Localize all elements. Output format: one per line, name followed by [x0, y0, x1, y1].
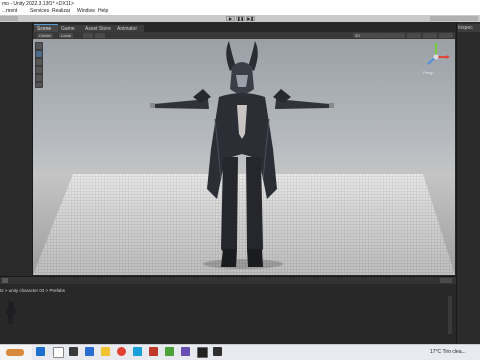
hidden-objects-toggle[interactable]	[395, 33, 405, 38]
main-toolbar: ▶ ❚❚ ▶❚	[0, 15, 480, 22]
audio-toggle[interactable]	[375, 33, 385, 38]
tab-game[interactable]: Game	[58, 24, 82, 32]
rect-tool-button[interactable]	[36, 75, 42, 81]
inspector-tab-label: Inspec	[458, 25, 473, 31]
step-button[interactable]: ▶❚	[246, 16, 255, 21]
tab-scene[interactable]: Scene	[34, 24, 58, 32]
camera-settings-button[interactable]	[407, 33, 421, 38]
hierarchy-panel	[0, 22, 33, 276]
view-tool-button[interactable]	[36, 43, 42, 49]
lighting-toggle[interactable]	[365, 33, 375, 38]
scene-toolbar: Center Local 2D	[33, 32, 455, 39]
projection-label[interactable]: Persp	[423, 70, 433, 75]
scene-search-button[interactable]	[439, 33, 453, 38]
scene-viewport[interactable]	[33, 39, 455, 275]
search-icon[interactable]	[53, 347, 64, 358]
unity-taskbar-icon[interactable]	[197, 347, 208, 358]
project-asset-grid	[0, 294, 456, 334]
menu-item-help[interactable]: Help	[98, 8, 108, 15]
project-breadcrumb[interactable]: ts > unity character 03 > Prefabs	[0, 287, 200, 294]
scale-tool-button[interactable]	[36, 67, 42, 73]
snap-toggle[interactable]	[95, 33, 105, 38]
gizmos-dropdown[interactable]	[423, 33, 437, 38]
tab-inspector[interactable]: Inspec	[458, 24, 480, 32]
spreadsheet-app-icon[interactable]	[165, 347, 174, 356]
pause-button[interactable]: ❚❚	[236, 16, 245, 21]
grid-toggle[interactable]	[83, 33, 93, 38]
menu-item-services[interactable]: Services	[30, 8, 49, 15]
layout-dropdown[interactable]	[430, 16, 478, 21]
project-search-button[interactable]	[440, 278, 452, 283]
chrome-browser-icon[interactable]	[117, 347, 126, 356]
prefab-thumbnail[interactable]	[4, 299, 18, 326]
menu-bar: ...ment Services Realizar Window Help	[0, 8, 480, 15]
weather-description: Tiro clea...	[442, 349, 466, 355]
tool-palette	[35, 42, 43, 88]
menu-item-window[interactable]: Window	[77, 8, 95, 15]
media-app-icon[interactable]	[149, 347, 158, 356]
console-tab-icon[interactable]	[2, 278, 8, 283]
transform-tool-button[interactable]	[36, 83, 42, 87]
tab-animator[interactable]: Animator	[114, 24, 144, 32]
weather-widget[interactable]: 17°C Tiro clea...	[430, 346, 466, 358]
file-explorer-icon[interactable]	[101, 347, 110, 356]
taskbar-preview-thumbnail[interactable]	[0, 345, 32, 360]
visual-studio-icon[interactable]	[181, 347, 190, 356]
menu-item-component[interactable]: ...ment	[2, 8, 17, 15]
effects-toggle[interactable]	[385, 33, 395, 38]
inspector-panel	[456, 22, 480, 344]
pivot-local-dropdown[interactable]: Local	[59, 33, 73, 38]
project-tab-bar	[0, 276, 456, 284]
store-icon[interactable]	[133, 347, 142, 356]
move-tool-button[interactable]	[36, 51, 42, 57]
task-view-icon[interactable]	[69, 347, 78, 356]
food-thumbnail-image	[6, 349, 24, 356]
start-button-icon[interactable]	[36, 347, 45, 356]
weather-temperature: 17°C	[430, 349, 442, 355]
rotate-tool-button[interactable]	[36, 59, 42, 65]
window-titlebar: mo - Unity 2022.3.13f1* <DX11>	[0, 0, 480, 8]
window-title: mo - Unity 2022.3.13f1* <DX11>	[2, 1, 74, 7]
draw-mode-2d-toggle[interactable]: 2D	[353, 33, 365, 38]
project-scrollbar[interactable]	[448, 296, 452, 334]
tab-asset-store[interactable]: Asset Store	[82, 24, 114, 32]
play-button[interactable]: ▶	[226, 16, 235, 21]
edge-browser-icon[interactable]	[85, 347, 94, 356]
account-dropdown[interactable]	[0, 16, 18, 21]
unity-hub-icon[interactable]	[213, 347, 222, 356]
scene-render	[33, 41, 455, 275]
menu-item-realizar[interactable]: Realizar	[52, 8, 70, 15]
pivot-center-dropdown[interactable]: Center	[37, 33, 54, 38]
